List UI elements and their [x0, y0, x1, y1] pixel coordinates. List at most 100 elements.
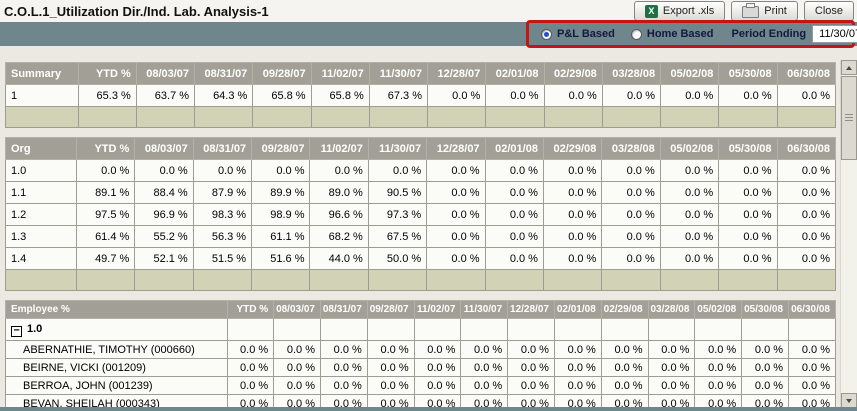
value-cell: 96.9 %	[135, 204, 193, 226]
value-cell: 0.0 %	[368, 160, 426, 182]
radio-selected-icon[interactable]	[541, 29, 552, 40]
spacer-cell	[544, 107, 602, 128]
column-header: 05/30/08	[719, 138, 777, 160]
value-cell: 0.0 %	[695, 377, 742, 395]
value-cell: 44.0 %	[310, 248, 368, 270]
spacer-cell	[310, 270, 368, 291]
column-header: 03/28/08	[602, 63, 660, 85]
value-cell: 0.0 %	[660, 204, 718, 226]
value-cell: 0.0 %	[742, 377, 789, 395]
value-cell: 0.0 %	[789, 377, 836, 395]
value-cell: 0.0 %	[602, 204, 660, 226]
value-cell: 0.0 %	[742, 341, 789, 359]
value-cell: 0.0 %	[461, 341, 508, 359]
table-title: Employee %	[6, 301, 228, 319]
period-ending-label: Period Ending	[732, 28, 807, 40]
group-label-cell: −1.0	[6, 319, 228, 341]
spacer-cell	[311, 107, 369, 128]
radio-home-based-label: Home Based	[647, 28, 714, 40]
spacer-cell	[193, 270, 251, 291]
value-cell: 0.0 %	[310, 160, 368, 182]
row-label: 1.1	[6, 182, 77, 204]
column-header: 12/28/07	[508, 301, 555, 319]
spacer-cell	[195, 107, 253, 128]
value-cell: 0.0 %	[554, 359, 601, 377]
row-label: ABERNATHIE, TIMOTHY (000660)	[6, 341, 228, 359]
minus-box-icon[interactable]: −	[11, 326, 22, 337]
value-cell: 0.0 %	[719, 226, 777, 248]
value-cell: 97.3 %	[368, 204, 426, 226]
value-cell: 63.7 %	[136, 85, 194, 107]
summary-table: SummaryYTD %08/03/0708/31/0709/28/0711/0…	[5, 62, 836, 128]
value-cell: 0.0 %	[321, 359, 368, 377]
row-label: 1.0	[6, 160, 77, 182]
period-ending-value: 11/30/07	[819, 28, 857, 40]
value-cell: 65.3 %	[79, 85, 137, 107]
org-table: OrgYTD %08/03/0708/31/0709/28/0711/02/07…	[5, 137, 836, 291]
value-cell: 64.3 %	[195, 85, 253, 107]
radio-pl-based[interactable]: P&L Based	[541, 28, 615, 40]
value-cell: 0.0 %	[601, 341, 648, 359]
vertical-scrollbar[interactable]	[840, 60, 857, 408]
export-xls-button[interactable]: Export .xls	[634, 1, 725, 21]
page-title: C.O.L.1_Utilization Dir./Ind. Lab. Analy…	[0, 4, 269, 19]
radio-home-based[interactable]: Home Based	[631, 28, 714, 40]
value-cell: 0.0 %	[274, 341, 321, 359]
spacer-cell	[252, 270, 310, 291]
row-label: BEIRNE, VICKI (001209)	[6, 359, 228, 377]
scroll-up-button[interactable]	[841, 60, 857, 75]
column-header: 05/30/08	[742, 301, 789, 319]
spacer-cell	[79, 107, 137, 128]
close-button[interactable]: Close	[804, 1, 854, 21]
scroll-down-button[interactable]	[841, 393, 857, 408]
value-cell: 0.0 %	[485, 248, 543, 270]
value-cell: 0.0 %	[227, 359, 273, 377]
value-cell: 0.0 %	[427, 248, 485, 270]
column-header: YTD %	[79, 63, 137, 85]
spacer-cell	[719, 107, 777, 128]
value-cell: 0.0 %	[461, 359, 508, 377]
value-cell: 0.0 %	[485, 226, 543, 248]
value-cell: 0.0 %	[601, 377, 648, 395]
value-cell: 0.0 %	[648, 377, 695, 395]
period-ending-select[interactable]: 11/30/07 ▼	[812, 25, 857, 43]
value-cell: 0.0 %	[543, 182, 601, 204]
column-header: 11/02/07	[414, 301, 461, 319]
column-header: YTD %	[77, 138, 135, 160]
value-cell: 0.0 %	[719, 204, 777, 226]
scrollbar-thumb[interactable]	[841, 76, 857, 160]
value-cell: 0.0 %	[719, 182, 777, 204]
value-cell: 0.0 %	[414, 359, 461, 377]
value-cell: 0.0 %	[777, 248, 835, 270]
spacer-cell	[777, 107, 835, 128]
table-row: 1.189.1 %88.4 %87.9 %89.9 %89.0 %90.5 %0…	[6, 182, 836, 204]
table-row: ABERNATHIE, TIMOTHY (000660)0.0 %0.0 %0.…	[6, 341, 836, 359]
spacer-cell	[719, 270, 777, 291]
column-header: 08/03/07	[136, 63, 194, 85]
empty-cell	[414, 319, 461, 341]
value-cell: 0.0 %	[602, 160, 660, 182]
column-header: 02/01/08	[554, 301, 601, 319]
value-cell: 0.0 %	[321, 341, 368, 359]
value-cell: 0.0 %	[602, 85, 660, 107]
empty-cell	[508, 319, 555, 341]
org-table-region: OrgYTD %08/03/0708/31/0709/28/0711/02/07…	[5, 137, 836, 291]
value-cell: 0.0 %	[660, 248, 718, 270]
print-button[interactable]: Print	[731, 1, 798, 21]
bottom-bar	[0, 407, 857, 411]
value-cell: 0.0 %	[660, 182, 718, 204]
radio-unselected-icon[interactable]	[631, 29, 642, 40]
value-cell: 52.1 %	[135, 248, 193, 270]
value-cell: 0.0 %	[543, 204, 601, 226]
value-cell: 0.0 %	[695, 359, 742, 377]
value-cell: 0.0 %	[648, 341, 695, 359]
value-cell: 0.0 %	[602, 182, 660, 204]
column-header: 08/03/07	[274, 301, 321, 319]
value-cell: 61.4 %	[77, 226, 135, 248]
value-cell: 0.0 %	[193, 160, 251, 182]
spacer-cell	[661, 107, 719, 128]
scroll-down-arrow-icon	[846, 399, 852, 403]
value-cell: 0.0 %	[135, 160, 193, 182]
value-cell: 0.0 %	[227, 377, 273, 395]
spacer-cell	[369, 107, 427, 128]
